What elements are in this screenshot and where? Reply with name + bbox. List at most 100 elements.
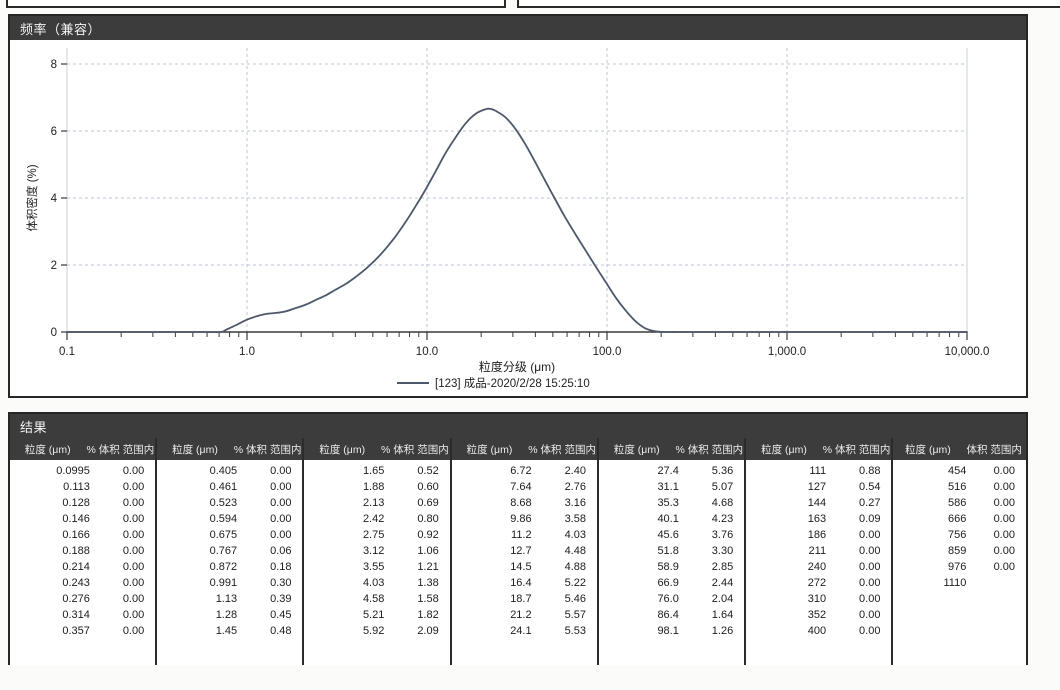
results-grid: 粒度 (μm)% 体积 范围内0.09950.000.1130.000.1280… [10,438,1026,665]
table-row: 0.4050.00 [157,463,302,479]
size-cell: 5.92 [304,623,388,639]
pct-cell: 0.52 [388,463,449,479]
table-row: 21.25.57 [452,607,597,623]
size-cell: 666 [893,511,970,527]
size-column-header: 粒度 (μm) [157,442,233,457]
pct-cell: 1.06 [388,543,449,559]
pct-cell: 0.00 [94,527,155,543]
table-row: 3.121.06 [304,543,449,559]
pct-cell: 3.58 [536,511,597,527]
pct-cell: 0.39 [241,591,302,607]
pct-cell: 0.09 [830,511,891,527]
size-cell: 31.1 [599,479,683,495]
results-panel: 结果 粒度 (μm)% 体积 范围内0.09950.000.1130.000.1… [8,412,1028,665]
pct-cell: 0.00 [830,527,891,543]
pct-cell: 5.46 [536,591,597,607]
table-row: 4000.00 [746,623,891,639]
size-cell: 5.21 [304,607,388,623]
pct-cell: 0.00 [94,479,155,495]
size-cell: 2.42 [304,511,388,527]
table-row: 0.2140.00 [10,559,155,575]
size-cell: 45.6 [599,527,683,543]
pct-cell: 0.00 [241,527,302,543]
pct-cell: 2.40 [536,463,597,479]
pct-cell: 0.00 [94,607,155,623]
table-row: 2.750.92 [304,527,449,543]
frequency-chart-panel: 频率（兼容） 0.11.010.0100.01,000.010,000.0024… [8,14,1028,398]
pct-cell: 3.30 [683,543,744,559]
table-row: 2400.00 [746,559,891,575]
pct-column-header: 体积 范围内 [962,442,1026,457]
size-cell: 0.166 [10,527,94,543]
pct-cell: 0.27 [830,495,891,511]
size-cell: 86.4 [599,607,683,623]
size-cell: 1.45 [157,623,241,639]
table-row: 5160.00 [893,479,1026,495]
size-cell: 4.03 [304,575,388,591]
size-cell: 352 [746,607,830,623]
size-cell: 1.28 [157,607,241,623]
top-cutoff-panel-right [517,0,1060,8]
y-tick-label: 8 [51,59,57,71]
table-row: 51.83.30 [599,543,744,559]
size-cell: 111 [746,463,830,479]
results-panel-title: 结果 [20,417,47,436]
size-cell: 6.72 [452,463,536,479]
y-tick-label: 6 [51,126,57,138]
pct-cell: 0.00 [830,623,891,639]
table-row: 2720.00 [746,575,891,591]
pct-cell: 1.64 [683,607,744,623]
table-row: 12.74.48 [452,543,597,559]
pct-cell: 2.09 [388,623,449,639]
pct-cell: 2.04 [683,591,744,607]
table-row: 6660.00 [893,511,1026,527]
table-row: 0.3140.00 [10,607,155,623]
pct-cell: 0.18 [241,559,302,575]
chart-panel-title: 频率（兼容） [20,19,101,38]
size-cell: 0.594 [157,511,241,527]
pct-cell: 0.00 [94,559,155,575]
size-cell: 11.2 [452,527,536,543]
size-cell: 400 [746,623,830,639]
table-row: 4.581.58 [304,591,449,607]
pct-cell: 0.00 [970,559,1026,575]
size-cell: 4.58 [304,591,388,607]
table-row: 1440.27 [746,495,891,511]
size-cell: 98.1 [599,623,683,639]
size-cell: 35.3 [599,495,683,511]
table-row: 1860.00 [746,527,891,543]
table-row: 0.1660.00 [10,527,155,543]
size-cell: 163 [746,511,830,527]
size-cell: 40.1 [599,511,683,527]
table-row: 0.5230.00 [157,495,302,511]
frequency-chart: 0.11.010.0100.01,000.010,000.002468体积密度 … [10,40,1026,396]
x-tick-label: 100.0 [593,346,622,358]
pct-cell: 1.58 [388,591,449,607]
pct-column-header: % 体积 范围内 [675,442,745,457]
table-row: 2.130.69 [304,495,449,511]
table-row: 58.92.85 [599,559,744,575]
pct-cell: 4.68 [683,495,744,511]
table-row: 1110 [893,575,1026,591]
size-cell: 1.13 [157,591,241,607]
table-row: 1630.09 [746,511,891,527]
pct-cell: 0.80 [388,511,449,527]
table-row: 3520.00 [746,607,891,623]
table-row: 98.11.26 [599,623,744,639]
pct-cell: 0.30 [241,575,302,591]
table-row: 9.863.58 [452,511,597,527]
results-column-group: 粒度 (μm)% 体积 范围内0.09950.000.1130.000.1280… [10,438,157,665]
size-cell: 24.1 [452,623,536,639]
size-cell: 0.461 [157,479,241,495]
size-cell: 2.75 [304,527,388,543]
table-row: 6.722.40 [452,463,597,479]
results-column-body: 4540.005160.005860.006660.007560.008590.… [893,460,1026,665]
pct-column-header: % 体积 范围内 [822,442,892,457]
pct-column-header: % 体积 范围内 [233,442,303,457]
size-cell: 310 [746,591,830,607]
pct-cell: 0.92 [388,527,449,543]
size-cell: 211 [746,543,830,559]
results-column-headers: 粒度 (μm)% 体积 范围内 [157,438,302,460]
pct-cell: 2.76 [536,479,597,495]
results-column-group: 粒度 (μm)体积 范围内4540.005160.005860.006660.0… [893,438,1026,665]
